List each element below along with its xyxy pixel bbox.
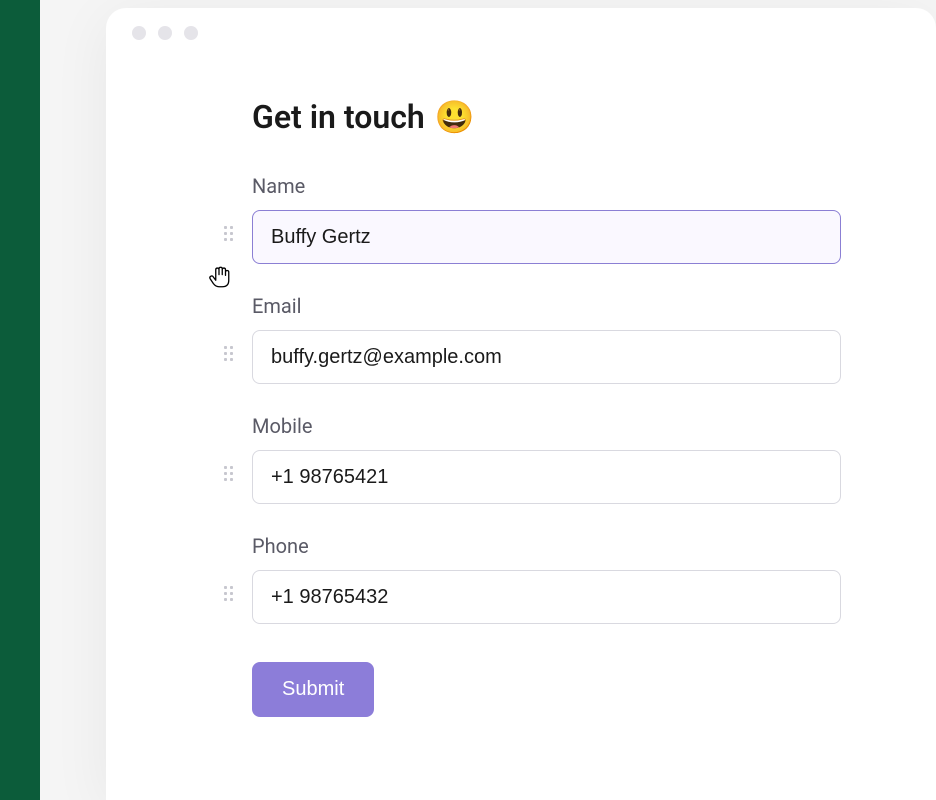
field-group-name: Name xyxy=(252,174,841,264)
drag-handle-icon[interactable] xyxy=(224,466,238,480)
minimize-icon[interactable] xyxy=(158,26,172,40)
name-input[interactable] xyxy=(252,210,841,264)
phone-label: Phone xyxy=(252,534,841,558)
window-titlebar xyxy=(106,8,936,58)
email-input[interactable] xyxy=(252,330,841,384)
page-title: Get in touch 😃 xyxy=(252,98,841,136)
close-icon[interactable] xyxy=(132,26,146,40)
name-label: Name xyxy=(252,174,841,198)
drag-handle-icon[interactable] xyxy=(224,226,238,240)
field-group-email: Email xyxy=(252,294,841,384)
submit-button[interactable]: Submit xyxy=(252,662,374,717)
drag-handle-icon[interactable] xyxy=(224,586,238,600)
mobile-input[interactable] xyxy=(252,450,841,504)
phone-input[interactable] xyxy=(252,570,841,624)
grab-cursor-icon xyxy=(206,264,232,290)
maximize-icon[interactable] xyxy=(184,26,198,40)
app-window: Get in touch 😃 Name Email Mobile xyxy=(106,8,936,800)
field-group-phone: Phone xyxy=(252,534,841,624)
drag-handle-icon[interactable] xyxy=(224,346,238,360)
email-label: Email xyxy=(252,294,841,318)
field-group-mobile: Mobile xyxy=(252,414,841,504)
page-title-text: Get in touch xyxy=(252,98,425,136)
form-content: Get in touch 😃 Name Email Mobile xyxy=(106,58,936,717)
page-left-accent xyxy=(0,0,40,800)
mobile-label: Mobile xyxy=(252,414,841,438)
smile-emoji-icon: 😃 xyxy=(435,98,475,136)
